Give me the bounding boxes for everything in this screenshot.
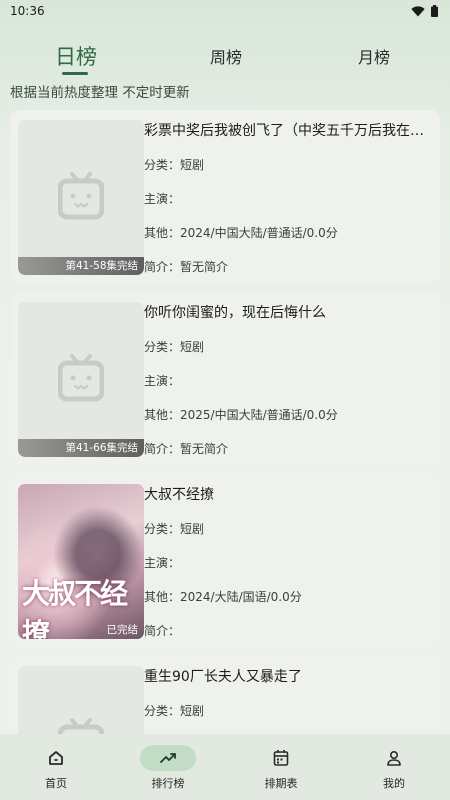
calendar-icon (273, 750, 289, 766)
tab-weekly[interactable]: 周榜 (204, 44, 248, 68)
list-subtitle: 根据当前热度整理 不定时更新 (10, 85, 190, 101)
nav-label: 首页 (45, 777, 67, 790)
home-icon (49, 751, 63, 765)
drama-other: 其他：2024/中国大陆/普通话/0.0分 (144, 226, 338, 240)
tv-icon (58, 354, 104, 402)
drama-title[interactable]: 大叔不经撩 (144, 484, 430, 504)
nav-schedule[interactable]: 排期表 (225, 734, 337, 800)
drama-poster-image[interactable]: 大叔不经撩 已完结 (18, 484, 144, 639)
drama-category: 分类：短剧 (144, 340, 205, 354)
status-icons (411, 5, 438, 17)
nav-profile[interactable]: 我的 (338, 734, 450, 800)
status-bar: 10:36 (0, 0, 450, 22)
drama-intro: 简介：暂无简介 (144, 442, 229, 456)
drama-cast: 主演： (144, 556, 181, 570)
poster-placeholder[interactable]: 第41-66集完结 (18, 302, 144, 457)
drama-intro: 简介：暂无简介 (144, 260, 229, 274)
tv-icon (58, 172, 104, 220)
drama-title[interactable]: 重生90厂长夫人又暴走了 (144, 666, 430, 686)
ranking-tabs: 日榜 周榜 月榜 (0, 44, 450, 76)
person-icon (387, 750, 401, 766)
trending-up-icon (160, 753, 176, 763)
drama-category: 分类：短剧 (144, 158, 205, 172)
poster-placeholder[interactable]: 第41-58集完结 (18, 120, 144, 275)
drama-card[interactable]: 第41-58集完结 彩票中奖后我被创飞了（中奖五千万后我在… 分类：短剧 主演：… (10, 110, 440, 282)
tab-daily[interactable]: 日榜 (54, 41, 98, 71)
episode-badge: 已完结 (106, 624, 139, 636)
drama-other: 其他：2024/大陆/国语/0.0分 (144, 590, 302, 604)
drama-other: 其他：2025/中国大陆/普通话/0.0分 (144, 408, 338, 422)
episode-badge: 第41-58集完结 (18, 257, 144, 275)
tab-monthly[interactable]: 月榜 (352, 44, 396, 68)
drama-cast: 主演： (144, 192, 181, 206)
wifi-icon (411, 5, 425, 16)
drama-category: 分类：短剧 (144, 522, 205, 536)
drama-intro: 简介： (144, 624, 181, 638)
nav-label: 我的 (383, 777, 405, 790)
drama-cast: 主演： (144, 374, 181, 388)
drama-card[interactable]: 大叔不经撩 已完结 大叔不经撩 分类：短剧 主演： 其他：2024/大陆/国语/… (10, 474, 440, 646)
nav-home[interactable]: 首页 (0, 734, 112, 800)
bottom-navigation: 首页 排行榜 排期表 我的 (0, 734, 450, 800)
drama-title[interactable]: 彩票中奖后我被创飞了（中奖五千万后我在… (144, 120, 430, 140)
status-time: 10:36 (10, 4, 45, 18)
nav-label: 排期表 (264, 777, 298, 790)
nav-label: 排行榜 (151, 777, 185, 790)
tab-active-indicator (62, 72, 88, 75)
episode-badge: 第41-66集完结 (18, 439, 144, 457)
drama-card[interactable]: 第41-66集完结 你听你闺蜜的，现在后悔什么 分类：短剧 主演： 其他：202… (10, 292, 440, 464)
drama-title[interactable]: 你听你闺蜜的，现在后悔什么 (144, 302, 430, 322)
drama-category: 分类：短剧 (144, 704, 205, 718)
battery-icon (431, 5, 438, 17)
nav-ranking[interactable]: 排行榜 (112, 734, 224, 800)
